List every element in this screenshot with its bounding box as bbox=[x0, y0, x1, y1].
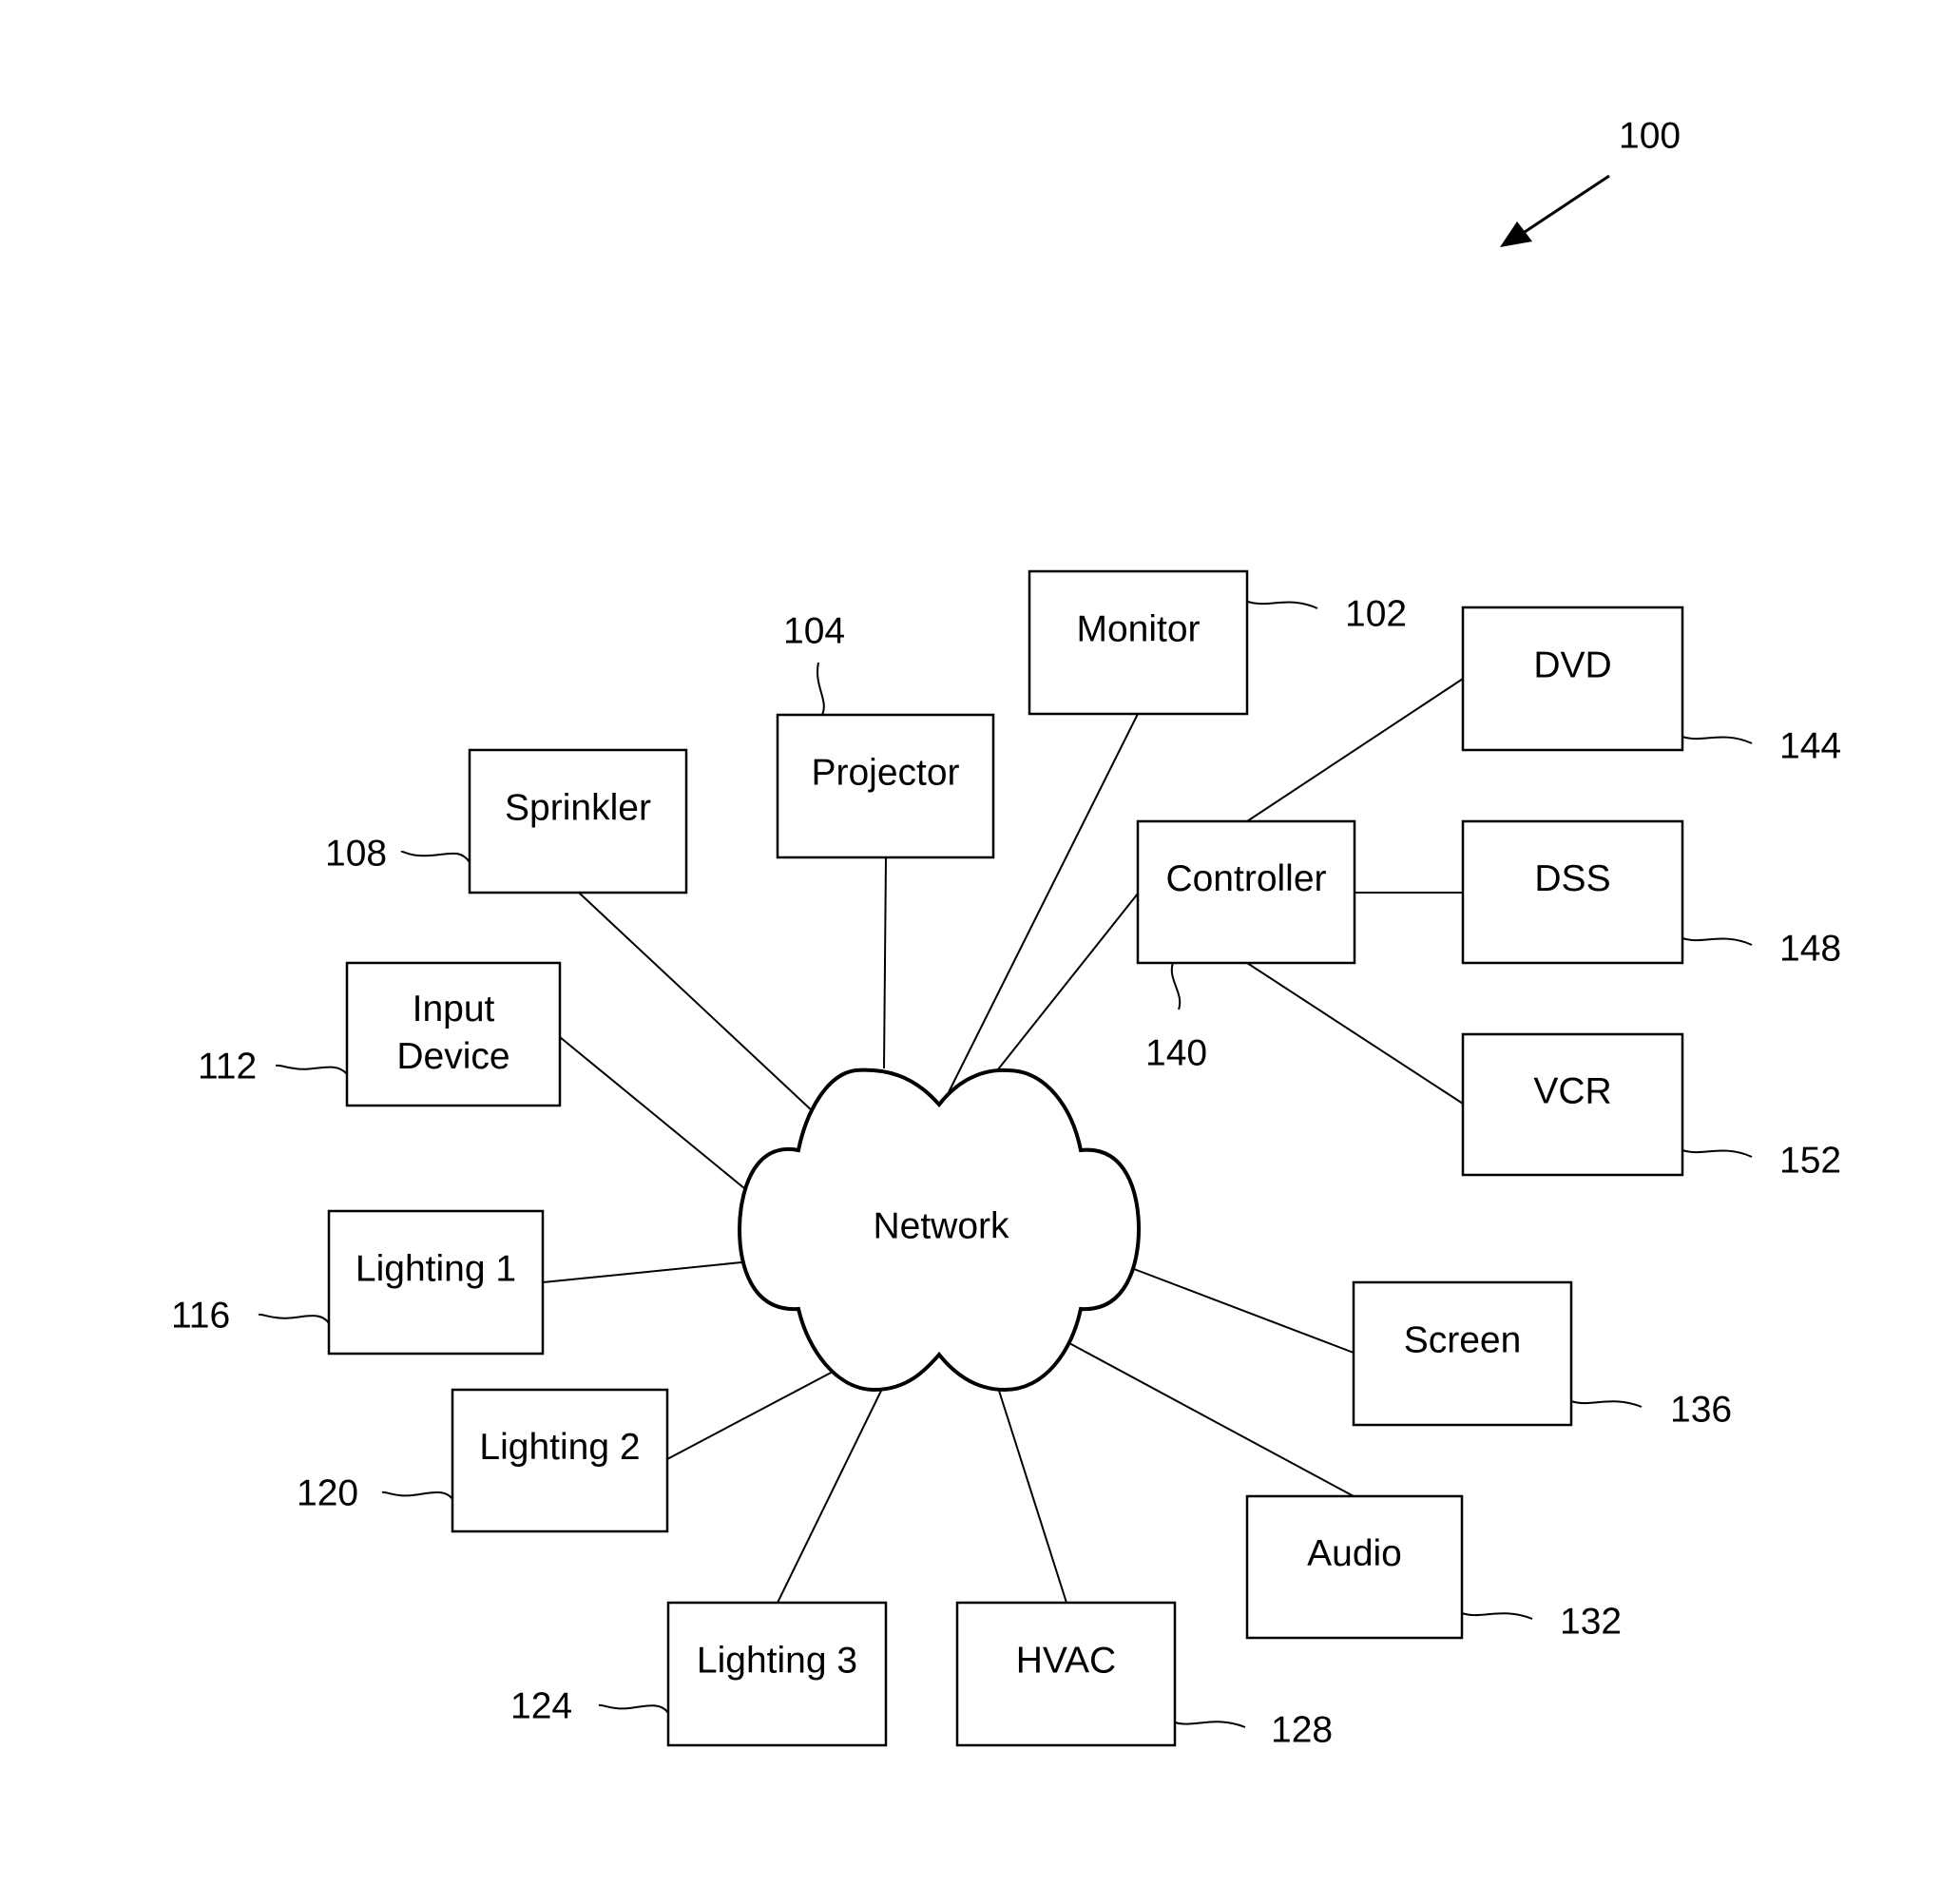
leader-line-124 bbox=[598, 1703, 669, 1714]
node-input-device: Input Device bbox=[345, 961, 562, 1107]
reference-number-132: 132 bbox=[1560, 1601, 1622, 1642]
edge-network-to-lighting-3 bbox=[777, 1390, 882, 1604]
node-label: Controller bbox=[1165, 858, 1326, 899]
leader-line-102 bbox=[1247, 601, 1318, 609]
node-label: Monitor bbox=[1076, 608, 1200, 649]
node-label: Sprinkler bbox=[505, 787, 651, 828]
reference-number-108: 108 bbox=[325, 833, 387, 874]
node-label: DSS bbox=[1534, 858, 1610, 899]
edge-network-to-sprinkler bbox=[578, 892, 816, 1114]
network-label: Network bbox=[873, 1205, 1009, 1246]
node-audio: Audio bbox=[1245, 1494, 1464, 1640]
node-label: HVAC bbox=[1016, 1640, 1116, 1681]
node-label: Audio bbox=[1307, 1533, 1402, 1574]
node-lighting-2: Lighting 2 bbox=[451, 1388, 669, 1533]
reference-number-104: 104 bbox=[783, 610, 845, 651]
reference-number-120: 120 bbox=[297, 1472, 358, 1513]
network-hub: Network bbox=[737, 1068, 1142, 1393]
edge-network-to-hvac bbox=[998, 1390, 1067, 1604]
leader-line-112 bbox=[275, 1064, 348, 1075]
node-label: Lighting 1 bbox=[355, 1248, 516, 1289]
reference-number-148: 148 bbox=[1779, 928, 1841, 969]
figure-reference-number: 100 bbox=[1619, 115, 1681, 156]
arrow-head-icon bbox=[1500, 221, 1532, 247]
reference-number-136: 136 bbox=[1670, 1389, 1732, 1430]
node-dss: DSS bbox=[1461, 819, 1684, 965]
reference-number-128: 128 bbox=[1271, 1709, 1333, 1750]
reference-number-116: 116 bbox=[171, 1295, 230, 1336]
node-screen: Screen bbox=[1352, 1280, 1573, 1427]
figure-reference: 100 bbox=[1500, 115, 1681, 247]
edge-controller-to-vcr bbox=[1246, 962, 1464, 1105]
node-box bbox=[345, 961, 562, 1107]
leader-line-116 bbox=[258, 1313, 330, 1324]
edge-network-to-audio bbox=[1068, 1342, 1355, 1497]
reference-number-112: 112 bbox=[198, 1046, 257, 1087]
node-projector: Projector bbox=[776, 713, 995, 859]
node-sprinkler: Sprinkler bbox=[468, 748, 688, 894]
edge-network-to-controller bbox=[997, 893, 1139, 1070]
leader-line-120 bbox=[381, 1491, 453, 1500]
leader-line-136 bbox=[1570, 1400, 1643, 1408]
leader-line-144 bbox=[1681, 736, 1753, 744]
node-label: VCR bbox=[1533, 1070, 1611, 1111]
leader-line-140 bbox=[1170, 962, 1182, 1010]
edge-network-to-input-device bbox=[559, 1036, 745, 1189]
node-label: DVD bbox=[1533, 644, 1611, 685]
node-label: Lighting 2 bbox=[479, 1427, 640, 1468]
network-diagram: Network Monitor Projector Sprinkler Input De… bbox=[171, 115, 1841, 1750]
leader-line-132 bbox=[1461, 1612, 1533, 1620]
edge-network-to-projector bbox=[883, 856, 887, 1069]
edge-network-to-lighting-1 bbox=[542, 1261, 742, 1283]
edge-controller-to-dvd bbox=[1246, 678, 1464, 822]
node-dvd: DVD bbox=[1461, 606, 1684, 752]
reference-number-152: 152 bbox=[1779, 1140, 1841, 1181]
node-label: Projector bbox=[811, 752, 959, 793]
node-hvac: HVAC bbox=[955, 1601, 1177, 1747]
reference-number-140: 140 bbox=[1145, 1032, 1207, 1073]
node-label: Lighting 3 bbox=[697, 1640, 857, 1681]
edge-network-to-lighting-2 bbox=[666, 1370, 836, 1460]
reference-number-124: 124 bbox=[510, 1685, 572, 1726]
leader-line-148 bbox=[1681, 937, 1753, 946]
leader-line-104 bbox=[817, 662, 825, 716]
node-monitor: Monitor bbox=[1028, 569, 1249, 716]
leader-line-128 bbox=[1174, 1721, 1246, 1728]
node-lighting-3: Lighting 3 bbox=[666, 1601, 888, 1747]
node-vcr: VCR bbox=[1461, 1032, 1684, 1177]
leader-line-108 bbox=[400, 850, 471, 863]
node-controller: Controller bbox=[1136, 819, 1356, 965]
leader-line-152 bbox=[1681, 1149, 1753, 1158]
figure-reference-arrow-line bbox=[1518, 174, 1610, 238]
node-lighting-1: Lighting 1 bbox=[327, 1209, 545, 1356]
reference-number-144: 144 bbox=[1779, 725, 1841, 766]
reference-number-102: 102 bbox=[1345, 593, 1407, 634]
node-label: Screen bbox=[1404, 1319, 1522, 1360]
edge-network-to-screen bbox=[1133, 1268, 1355, 1354]
